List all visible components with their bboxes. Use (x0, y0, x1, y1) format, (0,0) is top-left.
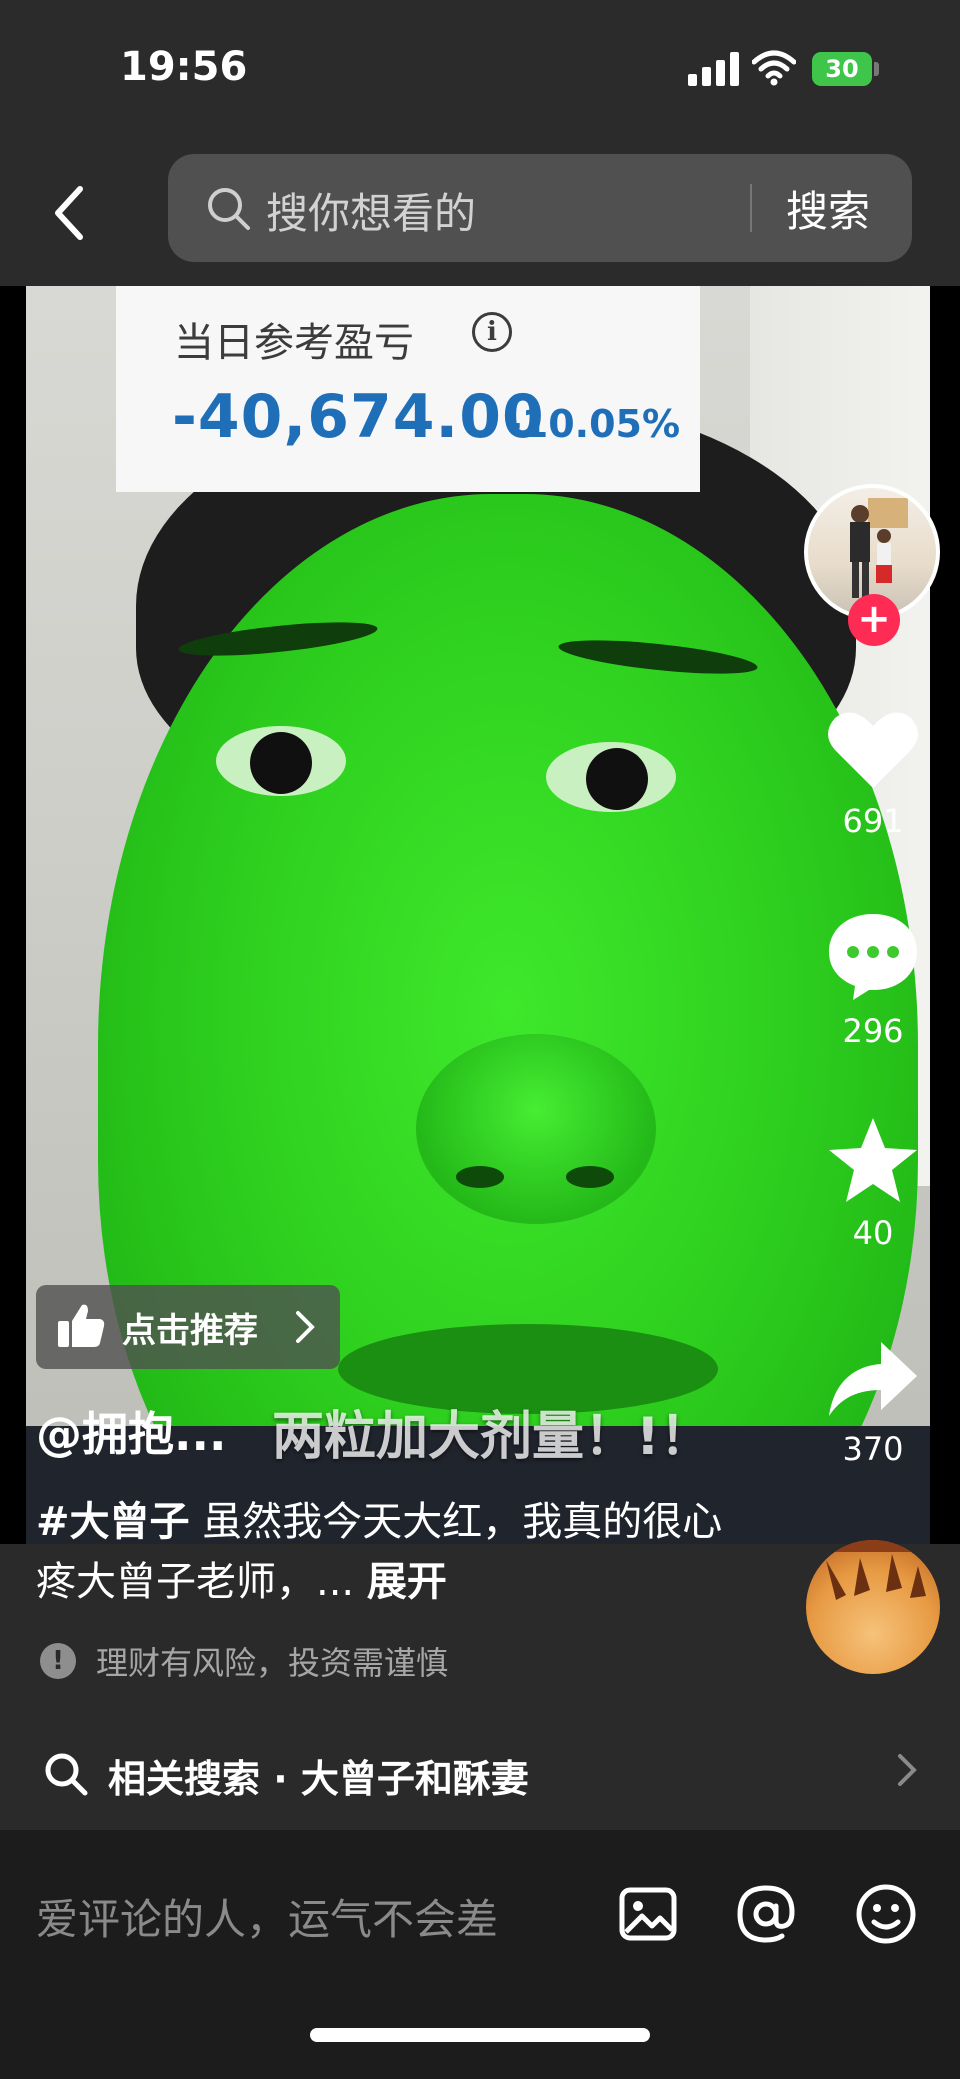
right-eyebrow (557, 633, 759, 681)
back-arrow-icon (55, 186, 83, 240)
left-nostril (456, 1166, 504, 1188)
battery-indicator: 30 (812, 52, 872, 86)
search-divider (750, 184, 752, 232)
nose (416, 1034, 656, 1224)
pnl-card: 当日参考盈亏 i -40,674.00 -10.05% (116, 286, 700, 492)
chevron-right-icon (898, 1754, 917, 1786)
author-name[interactable]: @拥抱... (36, 1398, 226, 1464)
related-search-text: 相关搜索 · 大曾子和酥妻 (108, 1757, 529, 1801)
favorite-action[interactable]: 40 (812, 1116, 934, 1252)
back-button[interactable] (40, 178, 100, 248)
recommend-chip[interactable]: 点击推荐 (36, 1285, 340, 1369)
follow-button[interactable]: + (848, 594, 900, 646)
related-search-bar[interactable]: 相关搜索 · 大曾子和酥妻 (0, 1720, 960, 1830)
search-icon (208, 188, 250, 230)
video-subtitle: 两粒加大剂量！!！ (272, 1407, 712, 1467)
favorite-count: 40 (852, 1214, 894, 1252)
heart-icon (828, 712, 918, 788)
hashtag[interactable]: #大曾子 (36, 1499, 190, 1545)
signal-icon (688, 52, 740, 86)
music-cover-icon (806, 1540, 940, 1600)
search-button[interactable]: 搜索 (786, 178, 870, 239)
share-action[interactable]: 370 (812, 1338, 934, 1468)
risk-text: 理财有风险，投资需谨慎 (96, 1644, 449, 1682)
star-icon (829, 1118, 917, 1202)
music-disc[interactable] (806, 1540, 940, 1674)
chevron-right-icon (296, 1311, 315, 1343)
left-eye (216, 726, 346, 796)
comment-count: 296 (842, 1012, 904, 1050)
comment-icon (829, 914, 917, 1000)
expand-button[interactable]: 展开 (367, 1559, 447, 1605)
right-nostril (566, 1166, 614, 1188)
like-count: 691 (842, 802, 904, 840)
battery-tip (874, 62, 879, 76)
search-input[interactable]: 搜你想看的 搜索 (168, 154, 912, 262)
recommend-label: 点击推荐 (122, 1311, 258, 1351)
right-pupil (586, 748, 648, 810)
top-nav: 搜你想看的 搜索 (0, 140, 960, 286)
warning-icon: ! (40, 1643, 76, 1679)
status-bar: 19:56 30 (0, 0, 960, 140)
search-icon (45, 1753, 88, 1796)
thumbs-up-icon (58, 1304, 105, 1347)
pnl-value: -40,674.00 (172, 382, 545, 452)
risk-notice: ! 理财有风险，投资需谨慎 (40, 1638, 448, 1684)
search-placeholder: 搜你想看的 (266, 189, 477, 238)
pnl-percent: -10.05% (506, 402, 681, 446)
comment-input[interactable]: 爱评论的人，运气不会差 (36, 1886, 498, 1947)
video-description[interactable]: #大曾子 虽然我今天大红，我真的很心疼大曾子老师，... 展开 (36, 1492, 736, 1612)
right-eye (546, 742, 676, 812)
green-face (98, 494, 918, 1544)
at-mention-icon[interactable] (734, 1882, 798, 1946)
like-action[interactable]: 691 (812, 708, 934, 840)
share-arrow-icon (829, 1342, 917, 1416)
left-pupil (250, 732, 312, 794)
pnl-label: 当日参考盈亏 (174, 320, 414, 366)
info-icon: i (472, 312, 512, 352)
home-indicator[interactable] (310, 2028, 650, 2042)
emoji-icon[interactable] (854, 1882, 918, 1946)
image-icon[interactable] (616, 1882, 680, 1946)
share-count: 370 (842, 1430, 904, 1468)
wifi-icon (752, 50, 796, 86)
comment-action[interactable]: 296 (812, 910, 934, 1050)
status-time: 19:56 (120, 44, 248, 90)
